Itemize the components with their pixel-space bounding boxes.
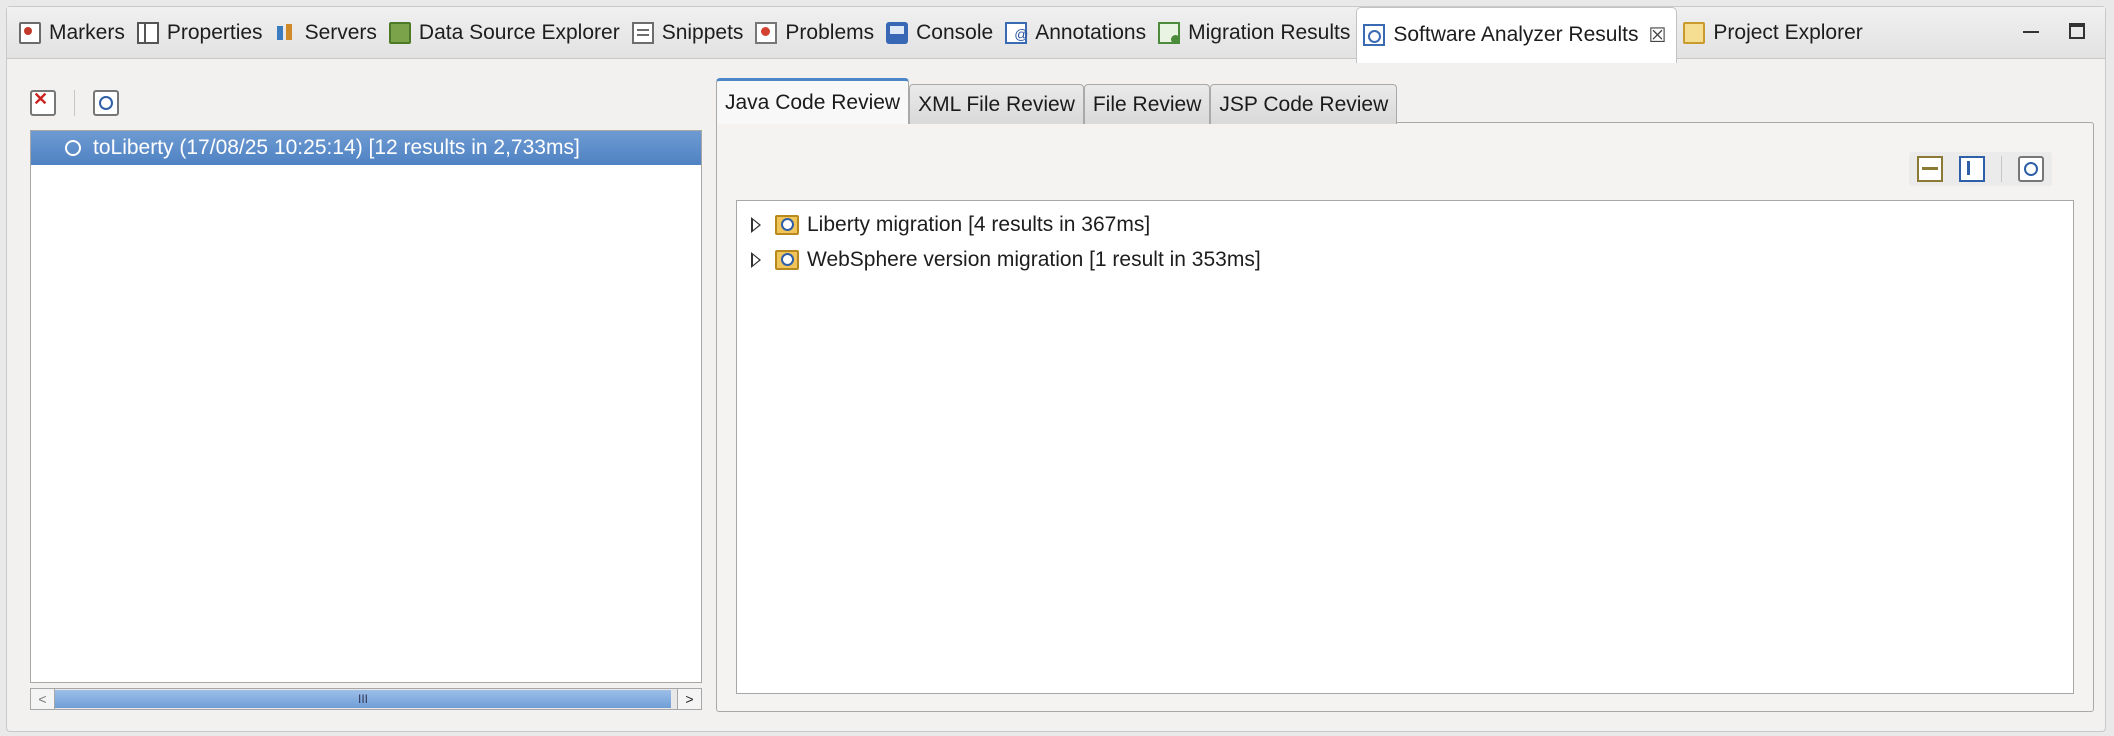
tree-node[interactable]: WebSphere version migration [1 result in…: [737, 242, 2073, 277]
software-analyzer-icon: [1363, 24, 1386, 46]
servers-icon: [275, 22, 297, 44]
properties-icon: [136, 21, 159, 44]
tab-label: Console: [916, 20, 994, 44]
tab-annotations[interactable]: Annotations: [999, 7, 1152, 59]
review-tab-strip: Java Code Review XML File Review File Re…: [716, 78, 1398, 124]
tab-servers[interactable]: Servers: [269, 7, 383, 59]
collapse-all-icon[interactable]: [1959, 156, 1985, 182]
tab-label: Migration Results: [1188, 20, 1351, 44]
view-window-controls: [2021, 23, 2085, 43]
expand-arrow-icon[interactable]: [751, 251, 761, 268]
migration-results-icon: [1158, 21, 1181, 44]
tab-label: Properties: [166, 20, 263, 44]
results-toolbar: [1909, 152, 2052, 186]
annotations-icon: [1005, 21, 1028, 44]
tab-migration-results[interactable]: Migration Results: [1152, 7, 1356, 59]
close-icon[interactable]: ☒: [1648, 23, 1666, 48]
tab-label: Data Source Explorer: [418, 20, 620, 44]
tab-properties[interactable]: Properties: [131, 7, 269, 59]
markers-icon: [19, 21, 41, 44]
tab-java-code-review[interactable]: Java Code Review: [716, 78, 910, 124]
tree-node-label: Liberty migration [4 results in 367ms]: [807, 212, 1151, 236]
console-icon: [886, 21, 909, 44]
data-source-explorer-icon: [388, 21, 411, 44]
rule-category-icon: [775, 249, 799, 270]
maximize-icon[interactable]: [2069, 23, 2085, 39]
expand-all-icon[interactable]: [1917, 156, 1943, 182]
tab-label: Software Analyzer Results: [1393, 23, 1639, 46]
tab-label: Problems: [785, 20, 875, 44]
rule-category-icon: [775, 214, 799, 235]
history-item-label: toLiberty (17/08/25 10:25:14) [12 result…: [93, 136, 580, 159]
tab-software-analyzer-results[interactable]: Software Analyzer Results ☒: [1356, 6, 1678, 63]
view-tab-strip: Markers Properties Servers Data Source E…: [7, 6, 2105, 63]
history-item[interactable]: toLiberty (17/08/25 10:25:14) [12 result…: [31, 131, 701, 165]
minimize-icon[interactable]: [2021, 23, 2041, 43]
toolbar-separator: [2001, 156, 2002, 182]
history-horizontal-scrollbar[interactable]: < III >: [30, 688, 702, 710]
tab-label: Snippets: [661, 20, 744, 44]
tab-label: Project Explorer: [1713, 20, 1863, 44]
tab-file-review[interactable]: File Review: [1083, 84, 1211, 124]
toolbar-separator: [74, 90, 75, 116]
tab-markers[interactable]: Markers: [13, 7, 131, 59]
export-result-icon[interactable]: [93, 90, 119, 116]
delete-result-icon[interactable]: [30, 89, 56, 116]
tab-project-explorer[interactable]: Project Explorer: [1677, 7, 1868, 59]
history-toolbar: [30, 89, 119, 116]
tab-console[interactable]: Console: [880, 7, 999, 59]
tab-label: Servers: [304, 20, 377, 44]
tab-jsp-code-review[interactable]: JSP Code Review: [1210, 84, 1398, 124]
export-results-icon[interactable]: [2018, 156, 2044, 182]
project-explorer-icon: [1683, 21, 1706, 44]
tab-label: Markers: [49, 20, 125, 44]
tree-node[interactable]: Liberty migration [4 results in 367ms]: [737, 207, 2073, 242]
analysis-history-list: toLiberty (17/08/25 10:25:14) [12 result…: [30, 130, 702, 683]
scrollbar-thumb[interactable]: III: [55, 690, 671, 708]
tab-problems[interactable]: Problems: [749, 7, 880, 59]
tab-label: Annotations: [1035, 20, 1147, 44]
tab-snippets[interactable]: Snippets: [626, 7, 750, 59]
expand-arrow-icon[interactable]: [751, 216, 761, 233]
results-tree: Liberty migration [4 results in 367ms] W…: [736, 200, 2074, 694]
tree-node-label: WebSphere version migration [1 result in…: [807, 247, 1261, 271]
tab-xml-file-review[interactable]: XML File Review: [909, 84, 1084, 124]
tab-data-source-explorer[interactable]: Data Source Explorer: [383, 7, 626, 59]
problems-icon: [755, 21, 778, 44]
scroll-left-icon[interactable]: <: [31, 689, 55, 709]
snippets-icon: [631, 21, 654, 44]
analysis-run-icon: [63, 137, 85, 159]
scroll-right-icon[interactable]: >: [677, 689, 701, 709]
